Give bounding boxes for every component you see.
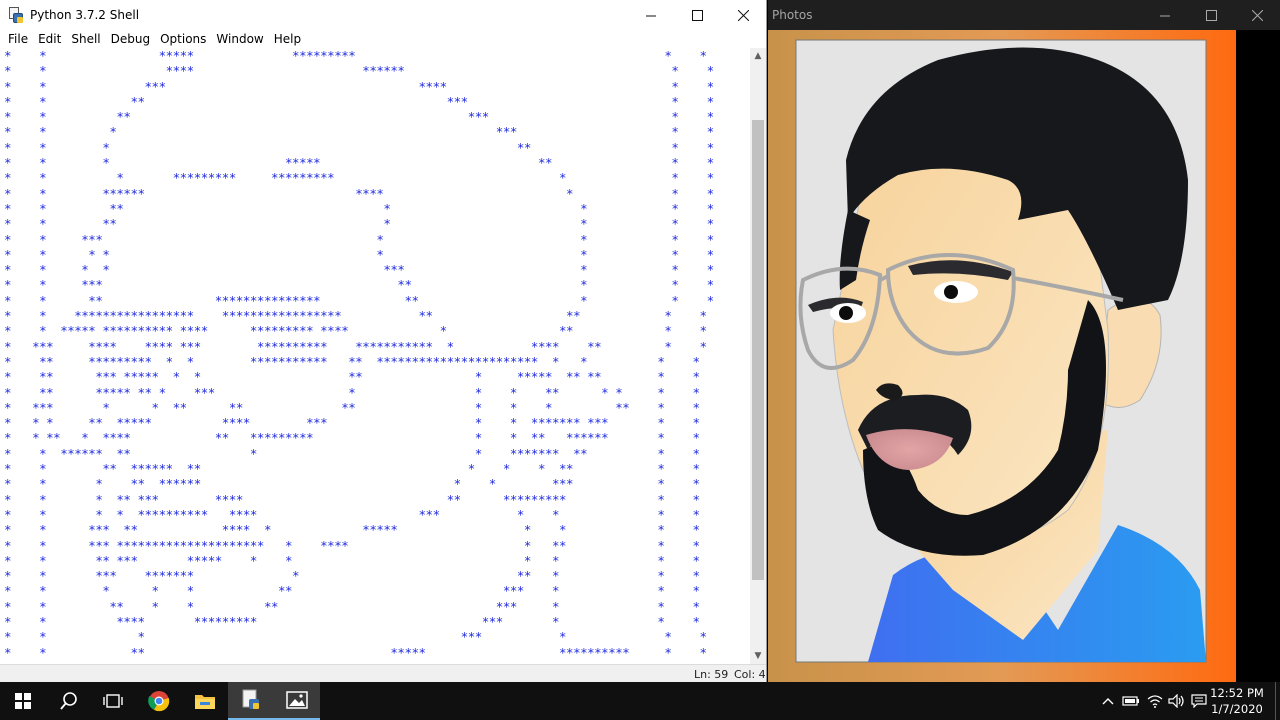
menu-shell[interactable]: Shell [63,32,100,46]
start-icon[interactable] [0,682,46,720]
photos-minimize-icon[interactable] [1142,0,1188,30]
photos-close-icon[interactable] [1234,0,1280,30]
photos-title: Photos [772,8,813,22]
clock-time: 12:52 PM [1210,686,1264,700]
menu-window[interactable]: Window [208,32,263,46]
photos-icon[interactable] [274,682,320,720]
shell-title: Python 3.7.2 Shell [30,8,140,22]
photos-maximize-icon[interactable] [1188,0,1234,30]
chrome-icon[interactable] [136,682,182,720]
task-view-icon[interactable] [90,682,136,720]
show-desktop-button[interactable] [1275,682,1280,720]
shell-titlebar[interactable]: Python 3.7.2 Shell [0,0,766,30]
menu-help[interactable]: Help [266,32,301,46]
ascii-art-output: * * ***** ********* * * * * **** ****** … [4,48,714,662]
wifi-icon[interactable] [1144,682,1166,720]
menu-debug[interactable]: Debug [103,32,150,46]
shell-output-area[interactable]: * * ***** ********* * * * * **** ****** … [4,48,748,662]
close-icon[interactable] [720,0,766,30]
clock-date: 1/7/2020 [1211,702,1263,716]
minimize-icon[interactable] [628,0,674,30]
taskbar: 12:52 PM 1/7/2020 [0,682,1280,720]
photo-viewer-canvas[interactable] [768,30,1236,682]
chevron-up-icon[interactable] [1098,682,1118,720]
volume-icon[interactable] [1166,682,1188,720]
maximize-icon[interactable] [674,0,720,30]
menu-edit[interactable]: Edit [30,32,61,46]
python-shell-window: Python 3.7.2 Shell File Edit Shell Debug… [0,0,767,682]
column-indicator: Col: 4 [734,668,766,681]
python-shell-icon [8,7,24,23]
vertical-scrollbar[interactable]: ▲ ▼ [750,48,766,664]
scroll-up-icon[interactable]: ▲ [750,48,766,64]
python-idle-icon[interactable] [228,682,274,720]
shell-menubar: File Edit Shell Debug Options Window Hel… [0,30,766,48]
scroll-down-icon[interactable]: ▼ [750,648,766,664]
photos-titlebar[interactable]: Photos [768,0,1280,30]
shell-statusbar: Ln: 59 Col: 4 [0,664,766,682]
menu-file[interactable]: File [0,32,28,46]
battery-icon[interactable] [1120,682,1142,720]
scroll-thumb[interactable] [752,120,764,580]
photos-window: Photos [768,0,1280,682]
cartoon-portrait-image [768,30,1236,682]
clock[interactable]: 12:52 PM 1/7/2020 [1204,685,1270,717]
file-explorer-icon[interactable] [182,682,228,720]
search-icon[interactable] [46,682,92,720]
line-indicator: Ln: 59 [694,668,729,681]
menu-options[interactable]: Options [152,32,206,46]
